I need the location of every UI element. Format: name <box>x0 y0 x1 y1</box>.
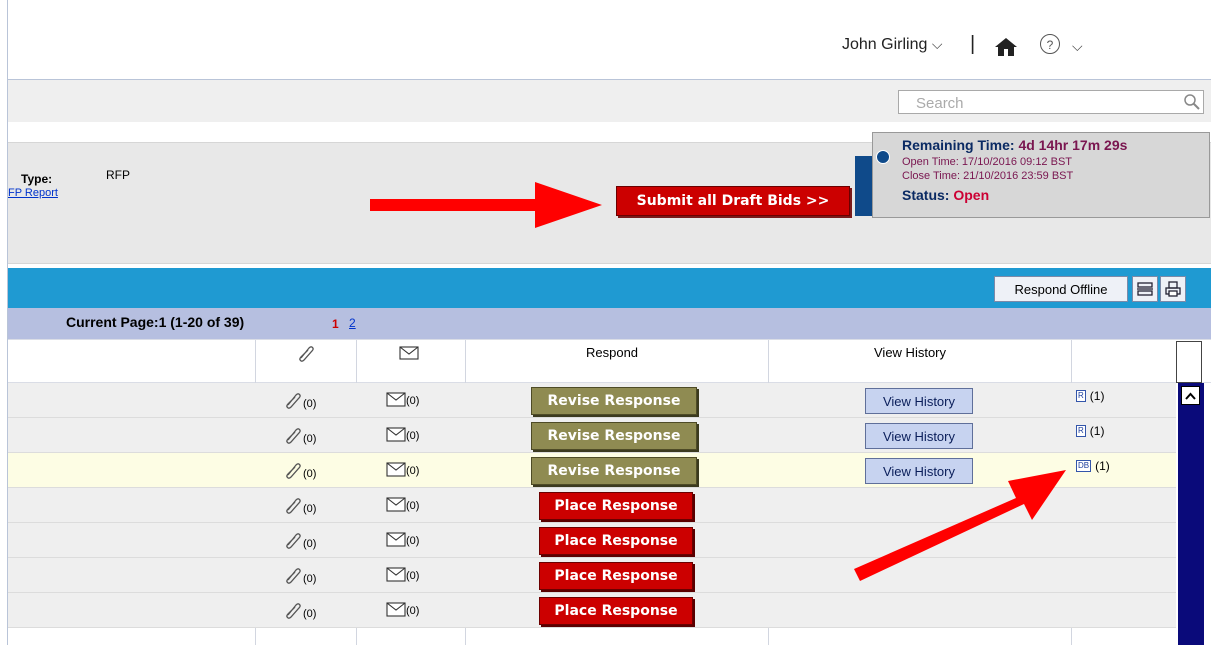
attachments-cell[interactable]: (0) <box>283 460 316 480</box>
submit-all-draft-bids-button[interactable]: Submit all Draft Bids >> <box>616 186 850 216</box>
home-icon[interactable] <box>995 38 1017 56</box>
paperclip-icon <box>286 533 301 549</box>
document-count: (1) <box>1095 459 1110 473</box>
document-icon: R <box>1076 390 1086 402</box>
messages-cell[interactable]: (0) <box>386 602 419 617</box>
attachments-cell[interactable]: (0) <box>283 600 316 620</box>
view-history-button[interactable]: View History <box>865 388 973 414</box>
remaining-label: Remaining Time: <box>902 137 1015 153</box>
paperclip-icon <box>299 346 314 362</box>
search-input[interactable] <box>914 92 1178 114</box>
messages-count: (0) <box>406 465 420 477</box>
messages-count: (0) <box>406 570 420 582</box>
attachments-count: (0) <box>303 503 317 515</box>
top-header <box>8 0 1211 80</box>
view-history-column-header: View History <box>874 345 947 360</box>
revise-response-button[interactable]: Revise Response <box>531 457 697 485</box>
messages-cell[interactable]: (0) <box>386 462 419 477</box>
search-icon[interactable] <box>1183 93 1201 111</box>
place-response-button[interactable]: Place Response <box>539 562 693 590</box>
remaining-value: 4d 14hr 17m 29s <box>1018 137 1128 153</box>
type-value: RFP <box>106 168 130 182</box>
attachments-count: (0) <box>303 398 317 410</box>
split-view-icon[interactable] <box>1132 276 1158 302</box>
view-history-button[interactable]: View History <box>865 423 973 449</box>
attachments-cell[interactable]: (0) <box>283 495 316 515</box>
attachments-count: (0) <box>303 468 317 480</box>
user-name: John Girling <box>842 36 928 53</box>
envelope-icon <box>386 602 406 617</box>
messages-cell[interactable]: (0) <box>386 392 419 407</box>
response-document-link[interactable]: R (1) <box>1076 424 1104 438</box>
open-time: Open Time: 17/10/2016 09:12 BST <box>902 156 1073 168</box>
revise-response-button[interactable]: Revise Response <box>531 422 697 450</box>
status: Status: Open <box>902 187 989 203</box>
attachments-count: (0) <box>303 433 317 445</box>
document-count: (1) <box>1089 424 1105 438</box>
status-value: Open <box>953 187 990 203</box>
messages-cell[interactable]: (0) <box>386 497 419 512</box>
annotation-arrow-diagonal <box>854 470 1066 581</box>
respond-offline-button[interactable]: Respond Offline <box>994 276 1128 302</box>
messages-cell[interactable]: (0) <box>386 532 419 547</box>
respond-column-header: Respond <box>586 345 639 360</box>
close-time: Close Time: 21/10/2016 23:59 BST <box>902 170 1074 182</box>
place-response-button[interactable]: Place Response <box>539 492 693 520</box>
rfp-report-link[interactable]: FP Report <box>8 187 58 199</box>
place-response-button[interactable]: Place Response <box>539 527 693 555</box>
help-icon[interactable]: ? <box>1040 34 1060 54</box>
document-icon: DB <box>1076 460 1092 472</box>
envelope-icon <box>386 532 406 547</box>
envelope-icon <box>386 462 406 477</box>
envelope-icon <box>399 346 419 360</box>
chevron-down-icon[interactable]: ⌵ <box>1072 38 1083 55</box>
page-2-link[interactable]: 2 <box>349 316 356 330</box>
envelope-icon <box>386 392 406 407</box>
envelope-icon <box>386 497 406 512</box>
paperclip-icon <box>286 498 301 514</box>
type-label: Type: <box>21 172 53 186</box>
document-count: (1) <box>1089 389 1105 403</box>
vertical-scrollbar[interactable] <box>1178 383 1204 645</box>
current-page-label: Current Page:1 (1-20 of 39) <box>66 314 245 330</box>
messages-cell[interactable]: (0) <box>386 427 419 442</box>
print-icon[interactable] <box>1160 276 1186 302</box>
revise-response-button[interactable]: Revise Response <box>531 387 697 415</box>
clock-icon <box>876 150 890 164</box>
status-label: Status: <box>902 187 950 203</box>
chevron-down-icon: ⌵ <box>931 36 943 52</box>
attachments-count: (0) <box>303 538 317 550</box>
messages-count: (0) <box>406 430 420 442</box>
paperclip-icon <box>286 603 301 619</box>
attachments-count: (0) <box>303 608 317 620</box>
document-icon: R <box>1076 425 1086 437</box>
scrollbar-header <box>1176 341 1202 383</box>
attachments-cell[interactable]: (0) <box>283 390 316 410</box>
envelope-icon <box>386 567 406 582</box>
response-document-link[interactable]: DB (1) <box>1076 459 1110 473</box>
messages-count: (0) <box>406 500 420 512</box>
page-1-current: 1 <box>332 317 339 331</box>
remaining-time: Remaining Time: 4d 14hr 17m 29s <box>902 137 1127 153</box>
paperclip-icon <box>286 568 301 584</box>
scroll-up-button[interactable] <box>1181 386 1200 405</box>
header-separator: | <box>970 33 976 55</box>
search-box[interactable] <box>898 90 1204 114</box>
messages-count: (0) <box>406 605 420 617</box>
envelope-icon <box>386 427 406 442</box>
annotation-arrow-right <box>370 182 602 228</box>
place-response-button[interactable]: Place Response <box>539 597 693 625</box>
paperclip-icon <box>286 463 301 479</box>
attachments-cell[interactable]: (0) <box>283 425 316 445</box>
attachments-count: (0) <box>303 573 317 585</box>
paperclip-icon <box>286 428 301 444</box>
user-menu[interactable]: John Girling ⌵ <box>842 36 942 54</box>
attachments-cell[interactable]: (0) <box>283 565 316 585</box>
messages-count: (0) <box>406 395 420 407</box>
messages-count: (0) <box>406 535 420 547</box>
response-document-link[interactable]: R (1) <box>1076 389 1104 403</box>
paperclip-icon <box>286 393 301 409</box>
attachments-cell[interactable]: (0) <box>283 530 316 550</box>
messages-cell[interactable]: (0) <box>386 567 419 582</box>
